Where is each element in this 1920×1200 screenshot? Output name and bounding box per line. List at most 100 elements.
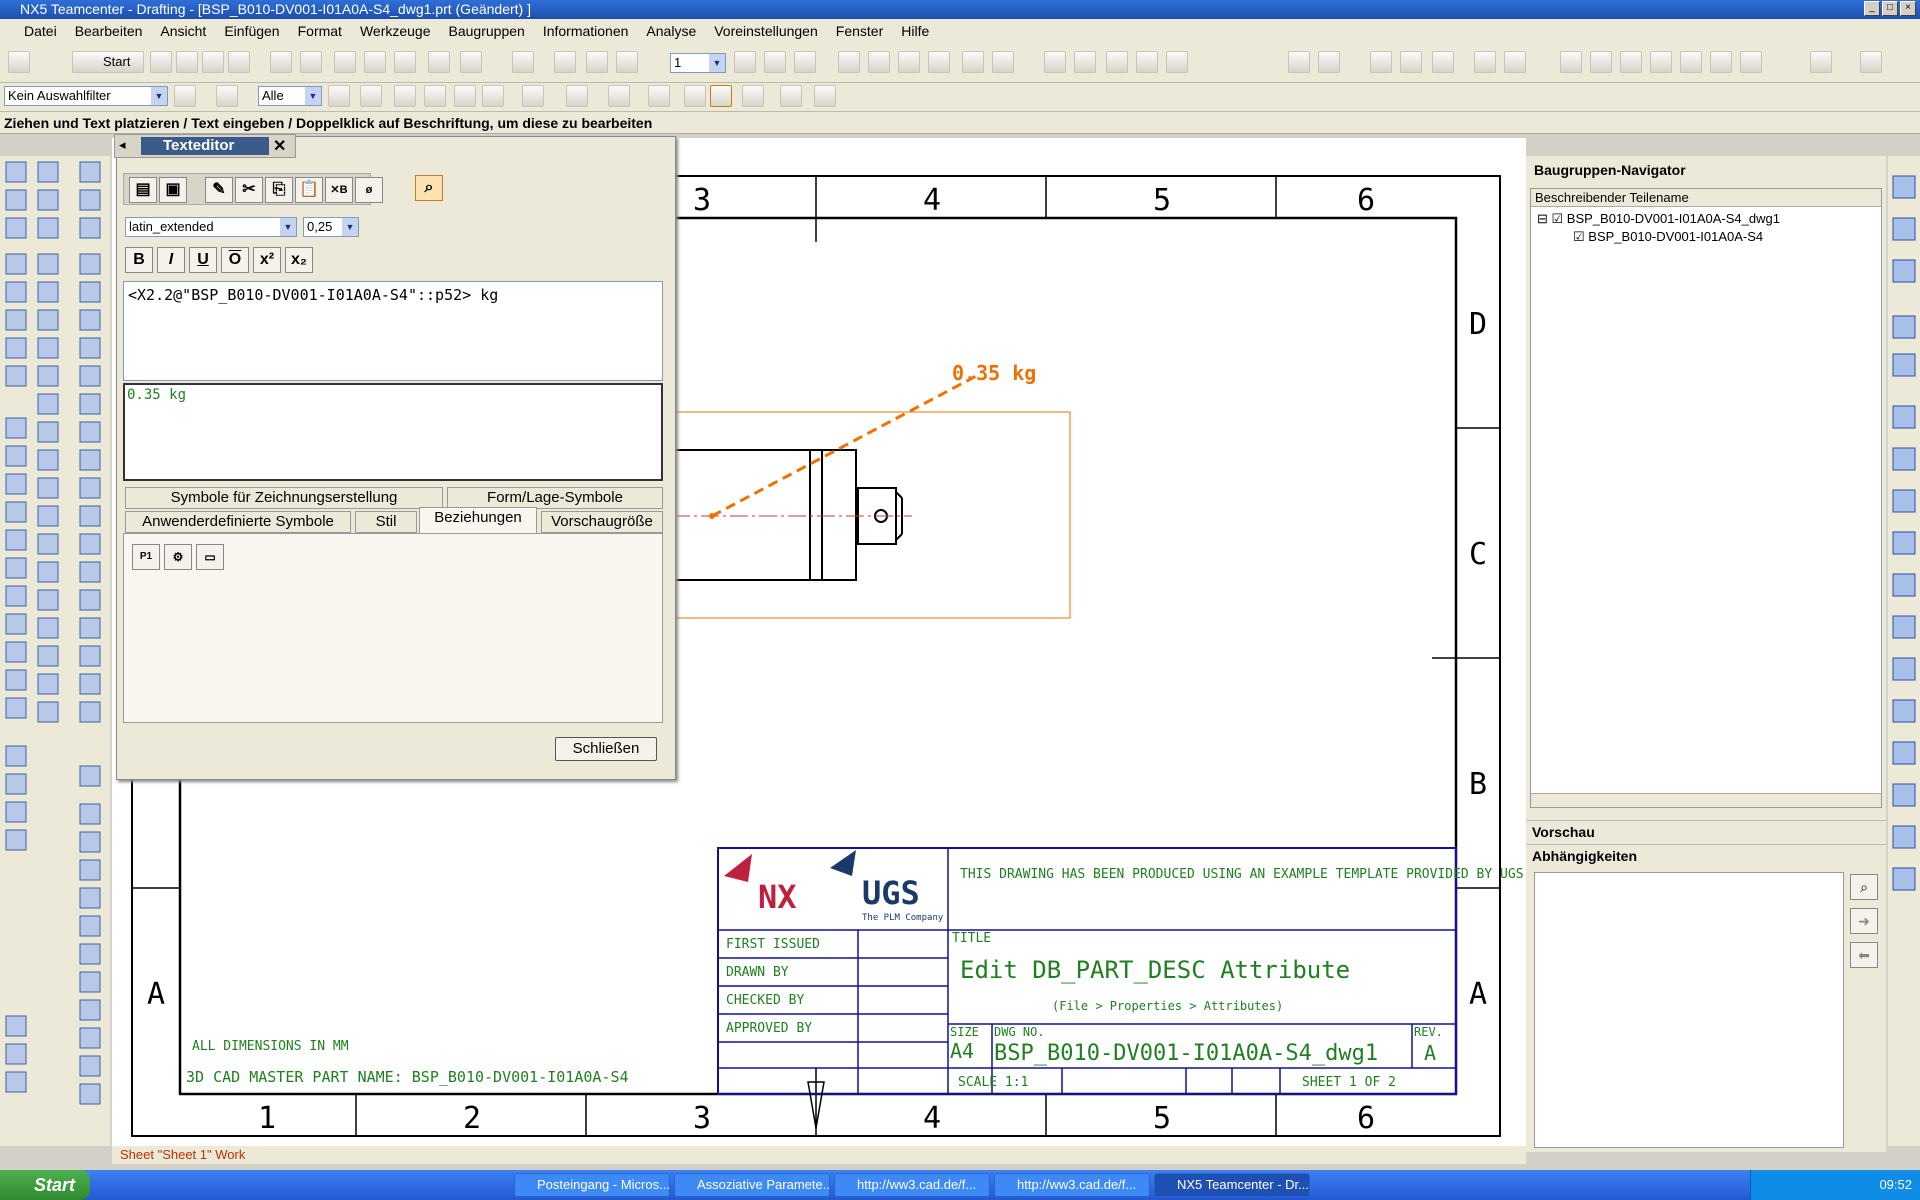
view-style-icon[interactable] xyxy=(898,51,920,73)
special-char-icon[interactable]: ø xyxy=(355,177,383,203)
select-icon[interactable] xyxy=(428,51,450,73)
fit-icon[interactable] xyxy=(1044,51,1066,73)
scope-select[interactable]: Alle xyxy=(258,86,322,106)
open-text-icon[interactable]: ▤ xyxy=(129,177,157,203)
selection-filter-select[interactable]: Kein Auswahlfilter xyxy=(4,86,168,106)
tab-preview-size[interactable]: Vorschaugröße xyxy=(541,511,663,533)
task-outlook[interactable]: Posteingang - Micros... xyxy=(514,1173,670,1197)
superscript-button[interactable]: x² xyxy=(253,247,281,273)
measure-icon[interactable] xyxy=(586,51,608,73)
dialog-close-icon[interactable]: ✕ xyxy=(273,136,286,156)
layer-select[interactable]: 1 xyxy=(670,53,726,73)
dependencies-header[interactable]: Abhängigkeiten xyxy=(1526,844,1886,866)
menu-voreinstellungen[interactable]: Voreinstellungen xyxy=(712,23,820,39)
table-merge-icon[interactable] xyxy=(1650,51,1672,73)
arc-icon[interactable] xyxy=(1318,51,1340,73)
cut-icon[interactable] xyxy=(270,51,292,73)
task-nx[interactable]: NX5 Teamcenter - Dr... xyxy=(1154,1173,1310,1197)
display-icon[interactable] xyxy=(460,51,482,73)
overline-button[interactable]: O xyxy=(221,247,249,273)
insert-object-attribute-icon[interactable]: ⚙ xyxy=(164,544,192,570)
menu-hilfe[interactable]: Hilfe xyxy=(899,23,931,39)
line-icon[interactable] xyxy=(1288,51,1310,73)
table-insert-icon[interactable] xyxy=(1620,51,1642,73)
sheet-icon[interactable] xyxy=(838,51,860,73)
menu-analyse[interactable]: Analyse xyxy=(644,23,698,39)
menu-einfuegen[interactable]: Einfügen xyxy=(222,23,281,39)
note-annotation[interactable]: 0.35 kg xyxy=(709,361,1036,519)
point-icon[interactable] xyxy=(512,51,534,73)
new-file-icon[interactable] xyxy=(150,51,172,73)
table-edit-icon[interactable] xyxy=(1590,51,1612,73)
menu-datei[interactable]: Datei xyxy=(22,23,59,39)
pan-icon[interactable] xyxy=(1074,51,1096,73)
rectangle-select-icon[interactable] xyxy=(522,85,544,107)
snap-end-icon[interactable] xyxy=(482,85,504,107)
active-toggle-icon[interactable] xyxy=(1474,51,1496,73)
navigator-item-part[interactable]: ☑ BSP_B010-DV001-I01A0A-S4 xyxy=(1573,229,1763,245)
menu-ansicht[interactable]: Ansicht xyxy=(158,23,208,39)
navigator-column-header[interactable]: Beschreibender Teilename xyxy=(1531,189,1881,207)
layer-icon[interactable] xyxy=(734,51,756,73)
angle-icon[interactable] xyxy=(1740,51,1762,73)
copy-text-icon[interactable]: ⎘ xyxy=(265,177,293,203)
minimize-button[interactable]: _ xyxy=(1864,1,1880,16)
tab-style[interactable]: Stil xyxy=(355,511,417,533)
preview-header[interactable]: Vorschau xyxy=(1526,820,1886,842)
close-window-button[interactable]: × xyxy=(1900,1,1916,16)
menu-werkzeuge[interactable]: Werkzeuge xyxy=(358,23,433,39)
tab-gdt-symbols[interactable]: Form/Lage-Symbole xyxy=(447,487,663,509)
cross-out-icon[interactable] xyxy=(742,85,764,107)
filter-settings-icon[interactable] xyxy=(174,85,196,107)
edit-text-icon[interactable]: ✎ xyxy=(205,177,233,203)
preview-toggle-icon[interactable]: ⌕ xyxy=(415,175,443,201)
text-a-icon[interactable] xyxy=(780,85,802,107)
snap-center-icon[interactable] xyxy=(424,85,446,107)
layer-visible-icon[interactable] xyxy=(794,51,816,73)
copy-icon[interactable] xyxy=(300,51,322,73)
snap-tangent-icon[interactable] xyxy=(454,85,476,107)
face-select-icon[interactable] xyxy=(360,85,382,107)
customize-icon[interactable] xyxy=(1860,51,1882,73)
text-input-area[interactable]: <X2.2@"BSP_B010-DV001-I01A0A-S4"::p52> k… xyxy=(123,281,663,381)
navigator-item-drawing[interactable]: ⊟ ☑ BSP_B010-DV001-I01A0A-S4_dwg1 xyxy=(1537,211,1780,227)
dependencies-search-icon[interactable]: ⌕ xyxy=(1850,874,1878,900)
clear-text-icon[interactable]: ✕B xyxy=(325,177,353,203)
size-select[interactable]: 0,25 xyxy=(303,217,359,237)
left-tool-icons[interactable] xyxy=(0,156,110,1146)
zoom-region-icon[interactable] xyxy=(1106,51,1128,73)
snap-icon[interactable] xyxy=(554,51,576,73)
zoom-dropdown-icon[interactable] xyxy=(1166,51,1188,73)
paste-text-icon[interactable]: 📋 xyxy=(295,177,323,203)
navigator-scrollbar[interactable] xyxy=(1531,793,1881,807)
table-delete-icon[interactable] xyxy=(1710,51,1732,73)
save-as-icon[interactable] xyxy=(228,51,250,73)
solid-icon[interactable] xyxy=(566,85,588,107)
tab-drafting-symbols[interactable]: Symbole für Zeichnungserstellung xyxy=(125,487,443,509)
xyz-icon[interactable] xyxy=(616,51,638,73)
subscript-button[interactable]: x₂ xyxy=(285,247,313,273)
resource-bar-icons[interactable] xyxy=(1888,156,1920,1146)
bold-button[interactable]: B xyxy=(125,247,153,273)
task-word[interactable]: Assoziative Paramete... xyxy=(674,1173,830,1197)
save-icon[interactable] xyxy=(202,51,224,73)
snap-point-icon[interactable] xyxy=(394,85,416,107)
layer-settings-icon[interactable] xyxy=(764,51,786,73)
italic-button[interactable]: I xyxy=(157,247,185,273)
settings-icon[interactable] xyxy=(1504,51,1526,73)
task-browser-2[interactable]: http://ww3.cad.de/f... xyxy=(994,1173,1150,1197)
dependencies-forward-icon[interactable]: ➜ xyxy=(1850,908,1878,934)
type-filter-icon[interactable] xyxy=(216,85,238,107)
part-view[interactable] xyxy=(671,411,1071,619)
annotation-icon[interactable] xyxy=(814,85,836,107)
dimension-icon[interactable] xyxy=(648,85,670,107)
collapse-icon[interactable]: ◂ xyxy=(119,137,126,153)
font-select[interactable]: latin_extended xyxy=(125,217,297,237)
task-browser-1[interactable]: http://ww3.cad.de/f... xyxy=(834,1173,990,1197)
drawing-format-icon[interactable] xyxy=(1810,51,1832,73)
component-icon[interactable] xyxy=(1400,51,1422,73)
start-button[interactable]: Start xyxy=(72,51,144,73)
undo-icon[interactable] xyxy=(364,51,386,73)
underline-button[interactable]: U xyxy=(189,247,217,273)
arrow-icon[interactable] xyxy=(684,85,706,107)
